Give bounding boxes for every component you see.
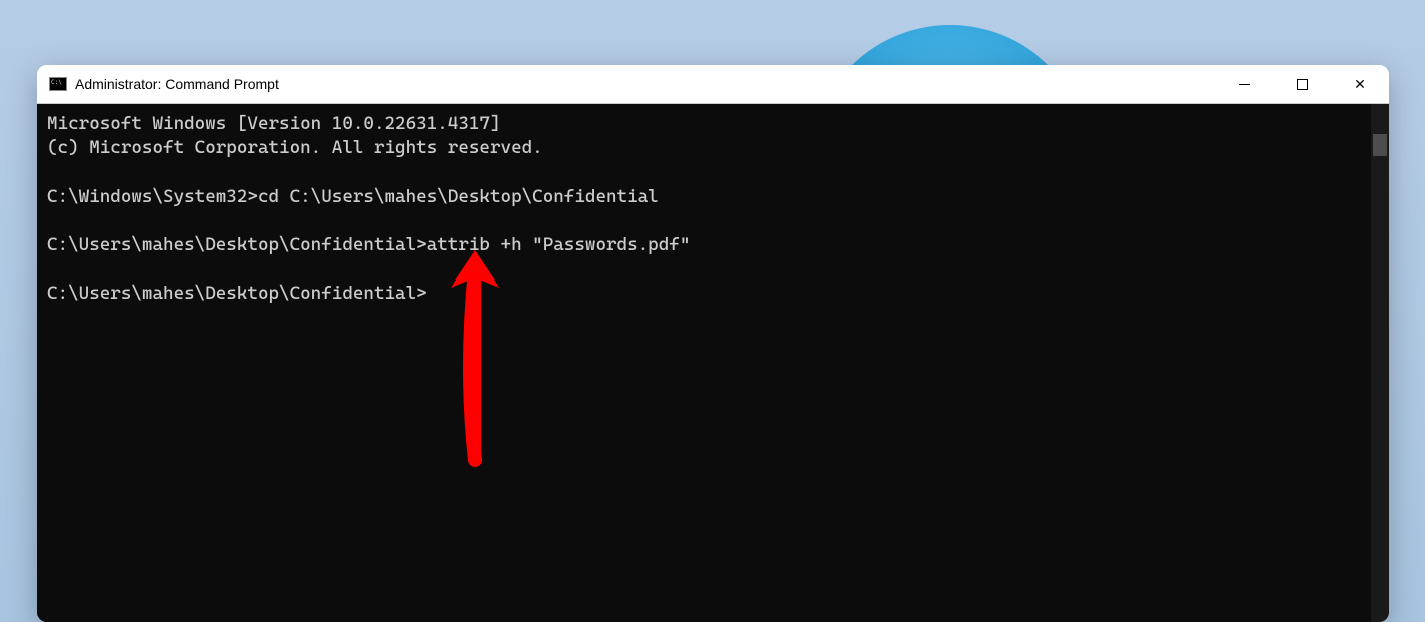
titlebar[interactable]: Administrator: Command Prompt ✕: [37, 65, 1389, 103]
close-icon: ✕: [1354, 77, 1366, 91]
terminal-line: C:\Users\mahes\Desktop\Confidential>: [47, 283, 427, 304]
terminal-line: C:\Windows\System32>cd C:\Users\mahes\De…: [47, 186, 659, 207]
maximize-button[interactable]: [1273, 65, 1331, 103]
terminal-output[interactable]: Microsoft Windows [Version 10.0.22631.43…: [37, 104, 1371, 622]
terminal-area: Microsoft Windows [Version 10.0.22631.43…: [37, 103, 1389, 622]
command-prompt-window: Administrator: Command Prompt ✕ Microsof…: [37, 65, 1389, 622]
scrollbar[interactable]: [1371, 104, 1389, 622]
terminal-line: (c) Microsoft Corporation. All rights re…: [47, 137, 543, 158]
minimize-button[interactable]: [1215, 65, 1273, 103]
terminal-line: Microsoft Windows [Version 10.0.22631.43…: [47, 113, 501, 134]
scrollbar-thumb[interactable]: [1373, 134, 1387, 156]
close-button[interactable]: ✕: [1331, 65, 1389, 103]
terminal-line: C:\Users\mahes\Desktop\Confidential>attr…: [47, 234, 690, 255]
maximize-icon: [1297, 79, 1308, 90]
window-title: Administrator: Command Prompt: [75, 76, 1215, 92]
minimize-icon: [1239, 84, 1250, 85]
window-controls: ✕: [1215, 65, 1389, 103]
cmd-icon: [49, 77, 67, 91]
